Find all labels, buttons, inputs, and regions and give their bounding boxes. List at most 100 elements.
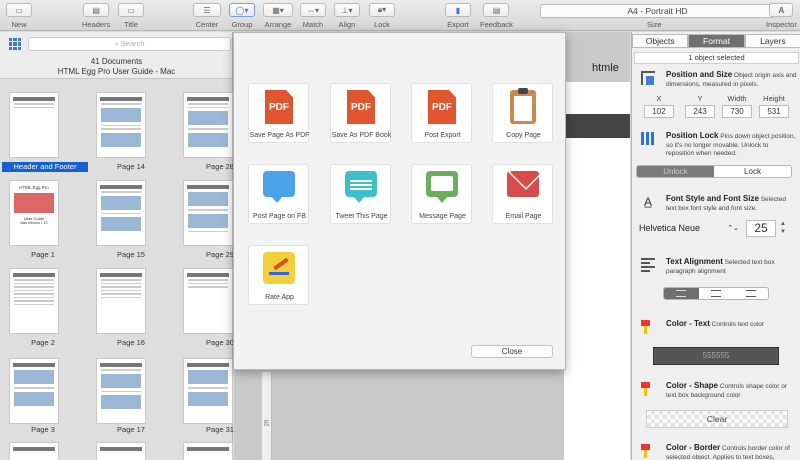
page-thumbnail[interactable]: HTML Egg Pro User Guide Mac Version 7.10	[9, 180, 59, 246]
page-label: Page 3	[31, 425, 55, 434]
email-page-button[interactable]: Email Page	[492, 164, 553, 224]
match-button[interactable]: ⇔▾ Match	[300, 3, 326, 29]
lock-icon: 🔒︎▾	[369, 3, 395, 17]
page-thumbnail[interactable]	[96, 92, 146, 158]
position-lock-icon	[641, 132, 655, 146]
x-input[interactable]: 102	[644, 105, 674, 118]
tweet-bubble-icon	[345, 171, 377, 203]
center-button[interactable]: ☰ Center	[193, 3, 221, 29]
height-input[interactable]: 531	[759, 105, 789, 118]
headers-icon: ▤	[83, 3, 110, 17]
lock-button[interactable]: 🔒︎▾ Lock	[369, 3, 395, 29]
position-size-icon	[641, 71, 655, 85]
page-thumbnail[interactable]	[96, 358, 146, 424]
text-color-well[interactable]: 555555	[653, 347, 779, 365]
page-thumbnail[interactable]	[96, 442, 146, 460]
font-size-stepper[interactable]: ▲ ▼	[779, 220, 787, 237]
group-button[interactable]: ◯▾ Group	[229, 3, 255, 29]
tab-objects[interactable]: Objects	[632, 34, 689, 48]
page-label: Page 15	[117, 250, 145, 259]
toolbar: ▭ New ▤ Headers ▭ Title ☰ Center ◯▾ Grou…	[0, 0, 800, 31]
page-thumbnail[interactable]	[9, 442, 59, 460]
save-page-as-pdf-button[interactable]: PDF Save Page As PDF	[248, 83, 309, 143]
title-button[interactable]: ▭ Title	[118, 3, 144, 29]
export-icon: ▮	[445, 3, 471, 17]
align-center-option[interactable]	[698, 288, 734, 299]
arrange-button[interactable]: ▦▾ Arrange	[263, 3, 293, 29]
close-button[interactable]: Close	[471, 345, 553, 358]
page-thumbnail[interactable]	[183, 92, 233, 158]
page-label-selected[interactable]: Header and Footer	[2, 162, 88, 172]
copy-page-button[interactable]: Copy Page	[492, 83, 553, 143]
message-bubble-icon	[426, 171, 458, 203]
page-thumbnail[interactable]	[9, 358, 59, 424]
vertical-ruler	[262, 372, 272, 460]
document-page[interactable]	[564, 82, 630, 460]
page-label: Page 1	[31, 250, 55, 259]
inspector-panel: Objects Format Layers 1 object selected …	[631, 32, 800, 460]
shape-color-well[interactable]: Clear	[646, 410, 788, 428]
font-family-select[interactable]: Helvetica Neue ⌃⌄	[639, 222, 739, 235]
rate-app-icon	[263, 252, 295, 284]
page-size-select[interactable]: A4 - Portrait HD	[540, 4, 775, 18]
width-input[interactable]: 730	[722, 105, 752, 118]
save-as-pdf-book-button[interactable]: PDF Save As PDF Book	[330, 83, 391, 143]
message-page-button[interactable]: Message Page	[411, 164, 472, 224]
align-button[interactable]: ⊥▾ Align	[334, 3, 360, 29]
color-swatch-icon	[641, 444, 655, 458]
page-thumbnail[interactable]	[96, 268, 146, 334]
arrange-icon: ▦▾	[263, 3, 293, 17]
page-thumbnail[interactable]	[183, 180, 233, 246]
document-title: HTML Egg Pro User Guide - Mac	[57, 67, 176, 76]
page-thumbnail[interactable]	[183, 268, 233, 334]
title-icon: ▭	[118, 3, 144, 17]
select-arrows-icon: ⌃⌄	[727, 225, 739, 232]
document-count: 41 Documents	[90, 57, 143, 66]
facebook-bubble-icon	[263, 171, 295, 203]
width-field: Width 730	[722, 94, 752, 118]
headers-button[interactable]: ▤ Headers	[82, 3, 110, 29]
new-icon: ▭	[6, 3, 32, 17]
email-icon	[507, 171, 539, 197]
inspector-tabs: Objects Format Layers	[632, 34, 800, 48]
pdf-icon: PDF	[265, 90, 293, 124]
font-size-input[interactable]: 25	[746, 220, 776, 237]
color-swatch-icon	[641, 382, 655, 396]
page-thumbnail[interactable]	[183, 442, 233, 460]
group-icon: ◯▾	[229, 3, 255, 17]
page-thumbnail[interactable]	[9, 268, 59, 334]
tweet-this-page-button[interactable]: Tweet This Page	[330, 164, 391, 224]
thumbnails-header: ⌕ Search 41 Documents HTML Egg Pro User …	[0, 32, 232, 79]
search-input[interactable]: ⌕ Search	[28, 37, 231, 51]
rate-app-button[interactable]: Rate App	[248, 245, 309, 305]
page-thumbnail[interactable]	[96, 180, 146, 246]
page-label: Page 14	[117, 162, 145, 171]
page-label: Page 2	[31, 338, 55, 347]
tab-format[interactable]: Format	[688, 34, 745, 48]
ruler-mark: 20	[264, 419, 271, 427]
export-button[interactable]: ▮ Export	[445, 3, 471, 29]
document-heading: htmle	[592, 62, 619, 74]
new-button[interactable]: ▭ New	[6, 3, 32, 29]
page-thumbnail[interactable]	[183, 358, 233, 424]
page-thumbnails-panel: ⌕ Search 41 Documents HTML Egg Pro User …	[0, 32, 234, 460]
pdf-book-icon: PDF	[347, 90, 375, 124]
y-field: Y 243	[685, 94, 715, 118]
align-right-option[interactable]	[733, 288, 768, 299]
page-thumbnail[interactable]	[9, 92, 59, 158]
align-left-option[interactable]	[664, 288, 699, 299]
pdf-export-icon: PDF	[428, 90, 456, 124]
tab-layers[interactable]: Layers	[744, 34, 800, 48]
lock-option[interactable]: Lock	[714, 166, 791, 177]
y-input[interactable]: 243	[685, 105, 715, 118]
grid-view-icon[interactable]	[9, 38, 21, 50]
document-header-bar	[564, 114, 630, 138]
clipboard-icon	[510, 88, 536, 124]
post-export-button[interactable]: PDF Post Export	[411, 83, 472, 143]
inspector-button[interactable]: A Inspector	[766, 3, 797, 29]
post-page-on-fb-button[interactable]: Post Page on FB	[248, 164, 309, 224]
feedback-button[interactable]: ▤ Feedback	[480, 3, 513, 29]
unlock-option[interactable]: Unlock	[637, 166, 714, 177]
text-alignment-control	[663, 287, 769, 300]
font-icon: A̲	[643, 195, 652, 209]
